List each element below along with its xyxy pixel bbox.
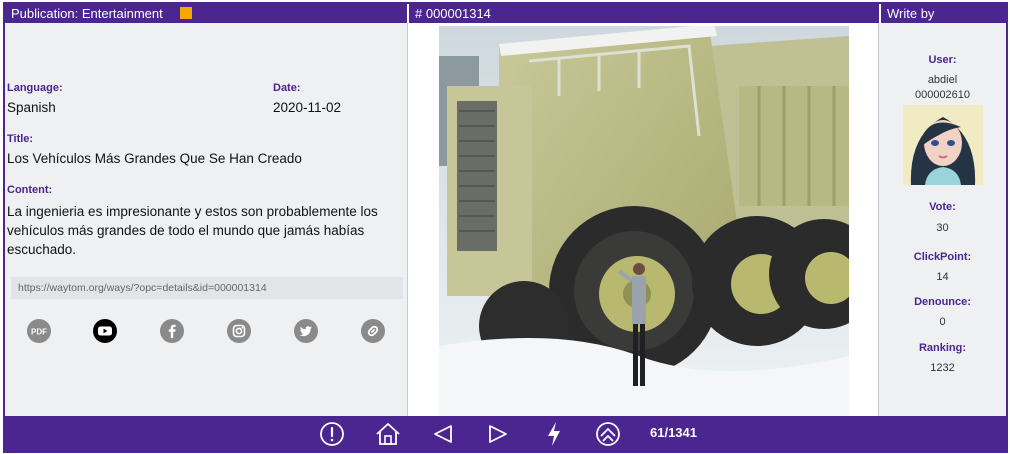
language-label: Language: (7, 82, 63, 94)
title-label: Title: (7, 133, 34, 145)
content-label: Content: (7, 184, 53, 196)
post-url[interactable]: https://waytom.org/ways/?opc=details&id=… (11, 277, 403, 299)
category-color-badge (180, 7, 193, 19)
author-panel: User: abdiel 000002610 Vote: 30 ClickPoi… (879, 23, 1006, 416)
post-card: Publication: Entertainment # 000001314 W… (3, 2, 1008, 453)
vote-label: Vote: (929, 201, 956, 213)
write-by-label: Write by (879, 4, 1006, 23)
avatar[interactable] (903, 105, 983, 185)
clickpoint-value: 14 (936, 271, 949, 283)
user-label: User: (928, 54, 957, 66)
post-image[interactable] (439, 26, 849, 416)
clickpoint-label: ClickPoint: (913, 251, 972, 263)
alert-icon[interactable] (318, 422, 346, 446)
link-icon[interactable] (361, 319, 385, 343)
prev-icon[interactable] (429, 422, 457, 446)
denounce-value: 0 (939, 316, 946, 328)
svg-text:PDF: PDF (31, 328, 47, 337)
flash-icon[interactable] (540, 422, 568, 446)
publication-label: Publication: Entertainment (11, 6, 163, 21)
denounce-label: Denounce: (914, 296, 971, 308)
post-number: # 000001314 (407, 4, 879, 23)
footer-toolbar: 61/1341 (5, 416, 1006, 451)
user-id: 000002610 (914, 89, 971, 101)
facebook-icon[interactable] (160, 319, 184, 343)
page-counter: 61/1341 (650, 425, 697, 440)
instagram-icon[interactable] (227, 319, 251, 343)
image-panel (407, 23, 879, 416)
ranking-label: Ranking: (918, 342, 967, 354)
language-value: Spanish (7, 100, 56, 115)
top-icon[interactable] (594, 422, 622, 446)
date-label: Date: (273, 82, 301, 94)
pdf-icon[interactable]: PDF (27, 319, 51, 343)
header-bar: Publication: Entertainment # 000001314 W… (5, 4, 1006, 23)
content-value: La ingenieria es impresionante y estos s… (7, 204, 378, 257)
details-panel: Language: Spanish Date: 2020-11-02 Title… (5, 23, 407, 416)
publication-cell: Publication: Entertainment (5, 4, 407, 23)
home-icon[interactable] (374, 422, 402, 446)
next-icon[interactable] (484, 422, 512, 446)
vote-value: 30 (936, 222, 949, 234)
title-value: Los Vehículos Más Grandes Que Se Han Cre… (7, 151, 302, 166)
youtube-icon[interactable] (93, 319, 117, 343)
ranking-value: 1232 (930, 362, 955, 374)
user-name[interactable]: abdiel (879, 74, 1006, 86)
date-value: 2020-11-02 (273, 100, 342, 115)
twitter-icon[interactable] (294, 319, 318, 343)
